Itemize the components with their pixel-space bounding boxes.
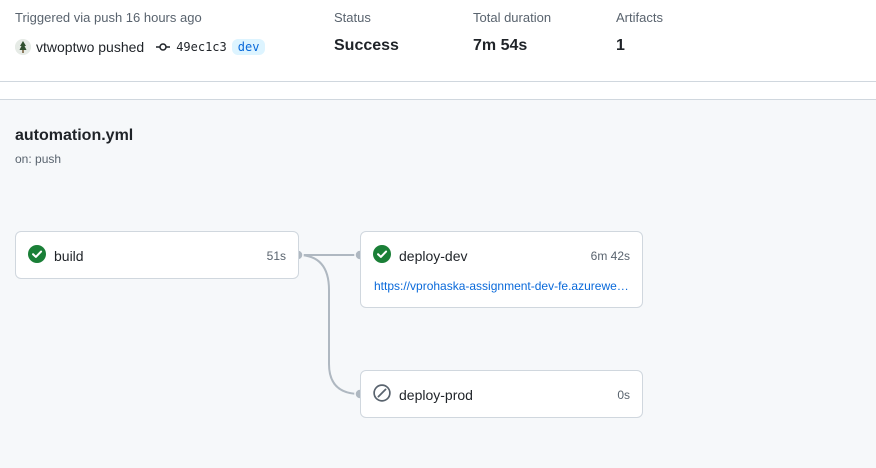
actor-name[interactable]: vtwoptwo pushed [36, 39, 144, 55]
job-name: deploy-prod [399, 387, 473, 403]
job-card-deploy-dev[interactable]: deploy-dev 6m 42s https://vprohaska-assi… [360, 231, 643, 308]
check-circle-fill-icon [373, 244, 391, 268]
job-card-build[interactable]: build 51s [15, 231, 299, 279]
artifacts-label: Artifacts [616, 10, 663, 25]
trigger-text: Triggered via push 16 hours ago [15, 10, 202, 25]
status-value: Success [334, 37, 399, 54]
job-card-deploy-prod[interactable]: deploy-prod 0s [360, 370, 643, 418]
workflow-file-name[interactable]: automation.yml [15, 127, 133, 145]
run-summary: Triggered via push 16 hours ago vtwoptwo… [0, 0, 876, 82]
job-header: build 51s [28, 244, 286, 268]
avatar-icon [15, 39, 31, 55]
avatar[interactable] [15, 39, 31, 55]
workflow-trigger: on: push [15, 152, 62, 166]
git-commit-icon [155, 39, 171, 55]
job-duration: 51s [266, 249, 286, 263]
section-divider [0, 82, 876, 100]
job-name: build [54, 248, 84, 264]
branch-badge[interactable]: dev [231, 39, 266, 55]
duration-label: Total duration [473, 10, 552, 25]
actor-row: vtwoptwo pushed 49ec1c3 dev [15, 37, 266, 57]
job-duration: 0s [617, 388, 630, 402]
duration-value: 7m 54s [473, 37, 528, 54]
status-label: Status [334, 10, 371, 25]
job-duration: 6m 42s [590, 249, 630, 263]
check-circle-fill-icon [28, 244, 46, 268]
environment-url-link[interactable]: https://vprohaska-assignment-dev-fe.azur… [374, 279, 629, 293]
artifacts-count[interactable]: 1 [616, 37, 625, 55]
job-header: deploy-dev 6m 42s [373, 244, 630, 268]
job-name: deploy-dev [399, 248, 468, 264]
skip-icon [373, 383, 391, 407]
job-header: deploy-prod 0s [373, 383, 630, 407]
commit-sha-link[interactable]: 49ec1c3 [176, 40, 227, 54]
